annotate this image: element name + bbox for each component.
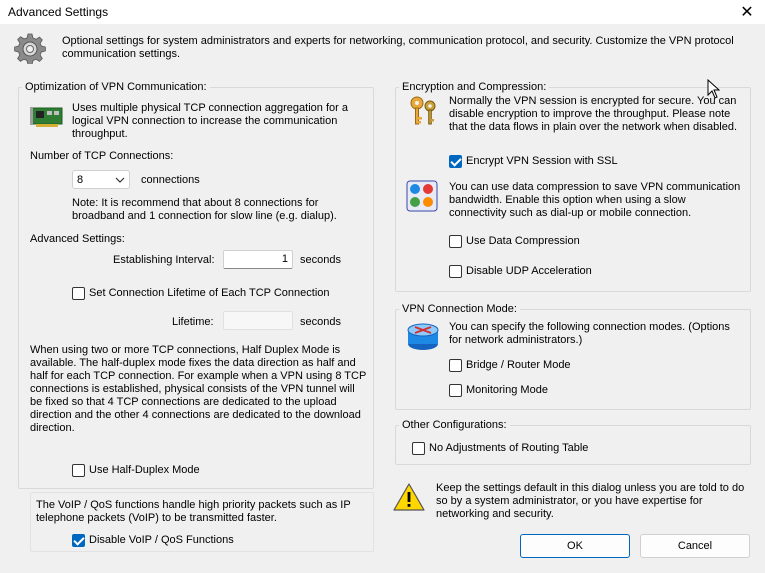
voip-text: The VoIP / QoS functions handle high pri… [36, 499, 351, 524]
lifetime-input[interactable] [223, 311, 293, 330]
optimization-description: Uses multiple physical TCP connection ag… [72, 102, 348, 140]
keys-icon [406, 95, 440, 129]
connection-mode-legend: VPN Connection Mode: [399, 303, 520, 315]
connection-mode-text: You can specify the following connection… [449, 321, 730, 346]
num-connections-select[interactable]: 8 [72, 170, 130, 189]
encrypt-checkbox-box[interactable] [449, 155, 462, 168]
lifetime-unit: seconds [300, 316, 341, 328]
other-config-legend: Other Configurations: [399, 419, 510, 431]
window-title: Advanced Settings [8, 5, 109, 19]
compress-label: Use Data Compression [466, 235, 580, 247]
interval-input[interactable]: 1 [223, 250, 293, 269]
monitoring-checkbox-box[interactable] [449, 384, 462, 397]
network-card-icon [30, 104, 64, 130]
voip-label: Disable VoIP / QoS Functions [89, 534, 234, 546]
ok-button[interactable]: OK [520, 534, 630, 558]
gear-icon [14, 32, 46, 65]
half-duplex-checkbox-box[interactable] [72, 464, 85, 477]
lifetime-label: Lifetime: [172, 316, 214, 328]
compression-icon [406, 180, 438, 212]
routing-label: No Adjustments of Routing Table [429, 442, 589, 454]
lifetime-checkbox-label: Set Connection Lifetime of Each TCP Conn… [89, 287, 330, 299]
interval-unit: seconds [300, 254, 341, 266]
routing-checkbox-box[interactable] [412, 442, 425, 455]
warning-icon [393, 482, 425, 512]
monitoring-checkbox[interactable]: Monitoring Mode [449, 384, 548, 397]
half-duplex-checkbox[interactable]: Use Half-Duplex Mode [72, 464, 200, 477]
num-connections-value: 8 [77, 173, 84, 186]
close-icon[interactable]: ✕ [737, 2, 757, 22]
voip-checkbox-box[interactable] [72, 534, 85, 547]
encrypt-text: Normally the VPN session is encrypted fo… [449, 95, 738, 133]
udp-checkbox[interactable]: Disable UDP Acceleration [449, 265, 592, 278]
half-duplex-description: When using two or more TCP connections, … [30, 344, 367, 434]
bridge-label: Bridge / Router Mode [466, 359, 571, 371]
chevron-down-icon [115, 174, 125, 186]
udp-label: Disable UDP Acceleration [466, 265, 592, 277]
half-duplex-label: Use Half-Duplex Mode [89, 464, 200, 476]
lifetime-checkbox-box[interactable] [72, 287, 85, 300]
intro-text: Optional settings for system administrat… [62, 35, 734, 60]
encrypt-label: Encrypt VPN Session with SSL [466, 155, 618, 167]
voip-checkbox[interactable]: Disable VoIP / QoS Functions [72, 534, 234, 547]
routing-checkbox[interactable]: No Adjustments of Routing Table [412, 442, 588, 455]
warning-text: Keep the settings default in this dialog… [436, 482, 745, 520]
num-connections-label: Number of TCP Connections: [30, 150, 174, 162]
compress-text: You can use data compression to save VPN… [449, 181, 741, 219]
optimization-legend: Optimization of VPN Communication: [22, 81, 210, 93]
advanced-settings-label: Advanced Settings: [30, 233, 125, 245]
bridge-checkbox-box[interactable] [449, 359, 462, 372]
router-icon [405, 318, 441, 354]
connections-unit: connections [141, 174, 200, 186]
bridge-checkbox[interactable]: Bridge / Router Mode [449, 359, 571, 372]
encrypt-checkbox[interactable]: Encrypt VPN Session with SSL [449, 155, 618, 168]
mouse-cursor-icon [707, 78, 721, 99]
encryption-legend: Encryption and Compression: [399, 81, 550, 93]
interval-label: Establishing Interval: [113, 254, 215, 266]
compress-checkbox-box[interactable] [449, 235, 462, 248]
cancel-button[interactable]: Cancel [640, 534, 750, 558]
compress-checkbox[interactable]: Use Data Compression [449, 235, 580, 248]
monitoring-label: Monitoring Mode [466, 384, 548, 396]
udp-checkbox-box[interactable] [449, 265, 462, 278]
title-bar [0, 0, 765, 24]
lifetime-checkbox[interactable]: Set Connection Lifetime of Each TCP Conn… [72, 287, 330, 300]
connections-note: Note: It is recommend that about 8 conne… [72, 197, 337, 222]
